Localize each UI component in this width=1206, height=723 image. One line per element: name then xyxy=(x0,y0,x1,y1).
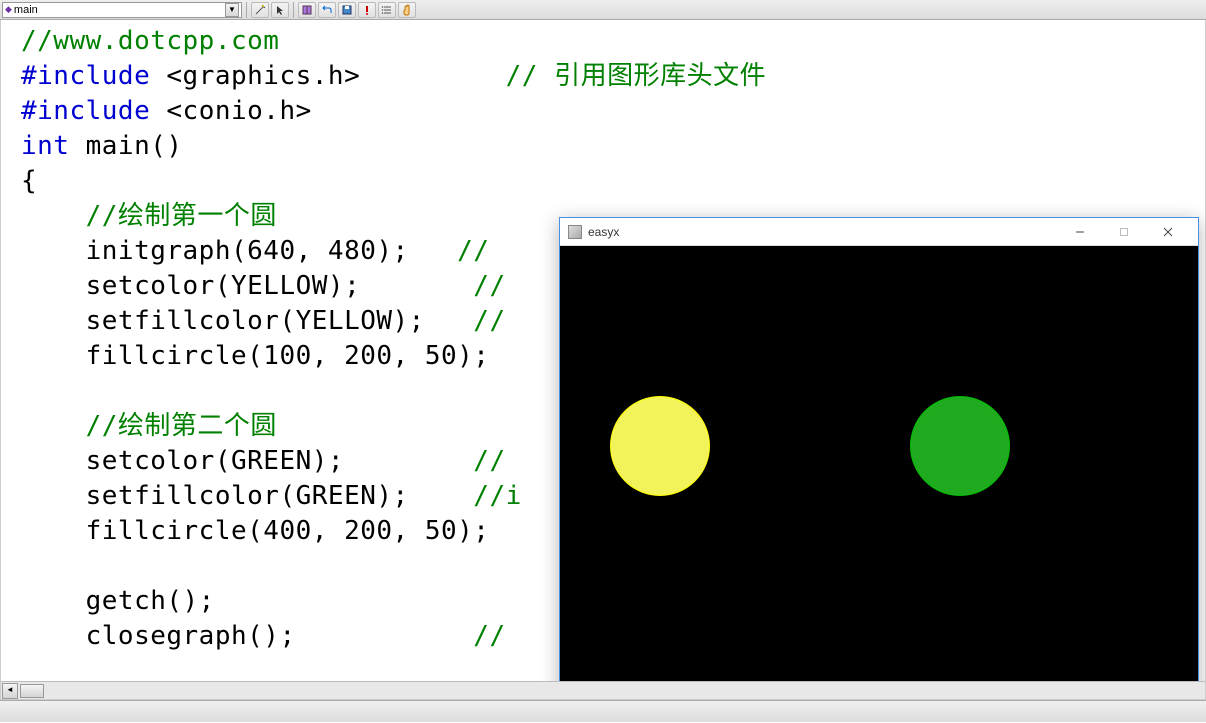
code-token: // xyxy=(473,621,505,651)
function-selector[interactable]: ◆ main ▼ xyxy=(2,2,242,18)
easyx-output-window[interactable]: easyx xyxy=(559,217,1199,700)
code-token: #include xyxy=(21,96,166,126)
status-bar xyxy=(0,700,1206,722)
save-button[interactable] xyxy=(338,2,356,18)
hand-button[interactable] xyxy=(398,2,416,18)
pointer-button[interactable] xyxy=(271,2,289,18)
separator xyxy=(246,2,247,18)
code-token: //绘制第一个圆 xyxy=(21,201,277,231)
separator xyxy=(293,2,294,18)
code-token: <conio.h> xyxy=(166,96,311,126)
code-token: // 引用图形库头文件 xyxy=(506,61,766,91)
scroll-thumb[interactable] xyxy=(20,684,44,698)
undo-button[interactable] xyxy=(318,2,336,18)
horizontal-scrollbar[interactable]: ◄ xyxy=(1,681,1205,699)
code-token: initgraph(640, 480); xyxy=(21,236,457,266)
diamond-icon: ◆ xyxy=(5,4,12,15)
code-token: setfillcolor(YELLOW); xyxy=(21,306,473,336)
code-editor[interactable]: //www.dotcpp.com #include <graphics.h> /… xyxy=(0,20,1206,700)
close-button[interactable] xyxy=(1146,219,1190,245)
code-token: // xyxy=(473,306,505,336)
code-token: //i xyxy=(473,481,521,511)
chevron-down-icon[interactable]: ▼ xyxy=(225,3,239,17)
wand-button[interactable] xyxy=(251,2,269,18)
app-icon xyxy=(568,225,582,239)
code-token: <graphics.h> xyxy=(166,61,360,91)
code-token: { xyxy=(21,166,37,196)
code-token: setcolor(GREEN); xyxy=(21,446,473,476)
yellow-circle xyxy=(610,396,710,496)
code-token: // xyxy=(473,271,505,301)
book-button[interactable] xyxy=(298,2,316,18)
toolbar: ◆ main ▼ xyxy=(0,0,1206,20)
code-token: main() xyxy=(69,131,182,161)
code-token: getch(); xyxy=(21,586,215,616)
function-selector-label: main xyxy=(14,4,225,16)
easyx-canvas xyxy=(560,246,1198,700)
code-token: setfillcolor(GREEN); xyxy=(21,481,473,511)
code-token: #include xyxy=(21,61,166,91)
code-token: fillcircle(100, 200, 50); xyxy=(21,341,489,371)
maximize-button[interactable] xyxy=(1102,219,1146,245)
code-token: setcolor(YELLOW); xyxy=(21,271,473,301)
minimize-button[interactable] xyxy=(1058,219,1102,245)
code-token: closegraph(); xyxy=(21,621,473,651)
code-token: // xyxy=(473,446,505,476)
green-circle xyxy=(910,396,1010,496)
code-token: fillcircle(400, 200, 50); xyxy=(21,516,489,546)
code-token: // xyxy=(457,236,505,266)
code-line: //www.dotcpp.com xyxy=(21,26,279,56)
easyx-titlebar[interactable]: easyx xyxy=(560,218,1198,246)
exclaim-button[interactable] xyxy=(358,2,376,18)
list-button[interactable] xyxy=(378,2,396,18)
code-token: int xyxy=(21,131,69,161)
easyx-title-text: easyx xyxy=(588,225,1058,239)
scroll-left-button[interactable]: ◄ xyxy=(2,683,18,699)
window-controls xyxy=(1058,219,1190,245)
code-token: //绘制第二个圆 xyxy=(21,411,277,441)
